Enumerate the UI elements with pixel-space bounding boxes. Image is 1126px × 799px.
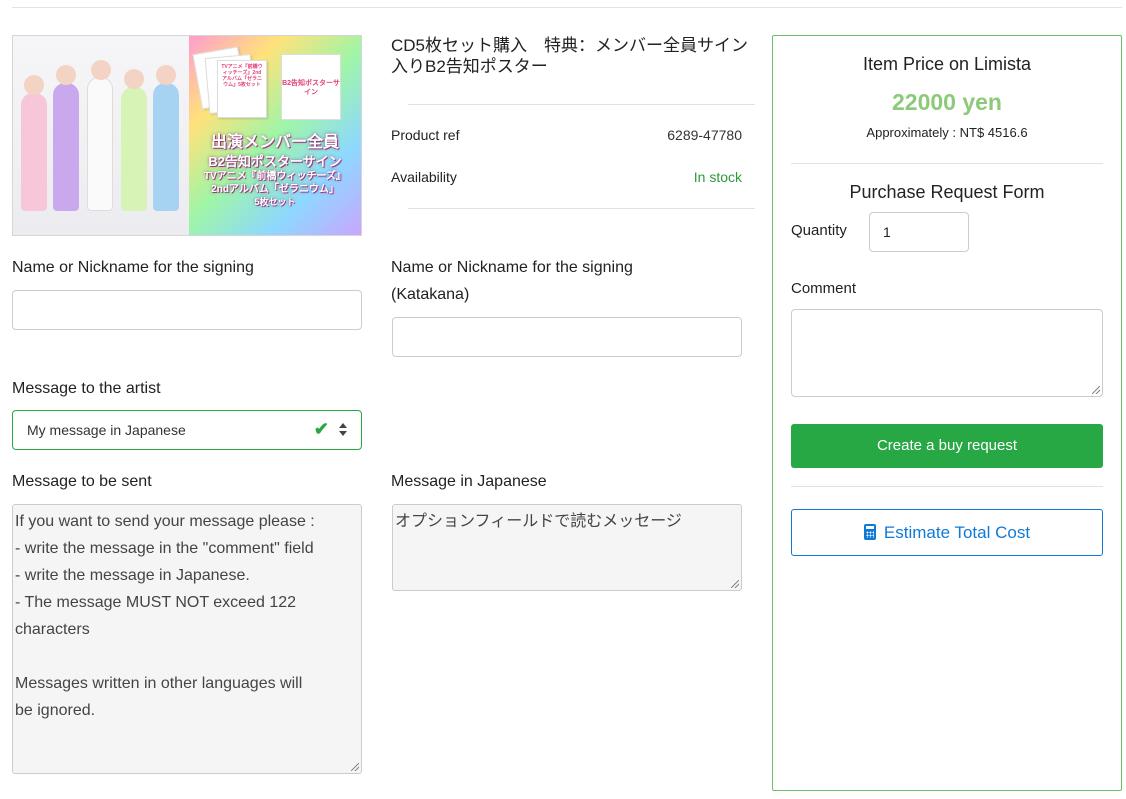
group-photo bbox=[13, 36, 189, 235]
comment-textarea[interactable] bbox=[791, 309, 1103, 397]
quantity-label: Quantity bbox=[791, 222, 847, 239]
select-arrows-icon bbox=[339, 421, 347, 439]
member-figure bbox=[21, 75, 47, 211]
caption-line: 出演メンバー全員 bbox=[210, 134, 339, 151]
price-heading: Item Price on Limista bbox=[862, 54, 1032, 74]
availability-value: In stock bbox=[693, 169, 742, 185]
message-sent-textarea[interactable]: If you want to send your message please … bbox=[12, 504, 362, 774]
member-figure bbox=[87, 60, 113, 211]
caption-line: B2告知ポスターサイン bbox=[208, 154, 342, 169]
divider bbox=[408, 104, 755, 105]
name-label: Name or Nickname for the signing bbox=[12, 259, 254, 276]
member-figure bbox=[53, 65, 79, 211]
promo-caption: 出演メンバー全員 B2告知ポスターサイン TVアニメ『前橋ウィッチーズ』 2nd… bbox=[191, 133, 359, 208]
member-figure bbox=[121, 69, 147, 211]
message-line: If you want to send your message please … bbox=[15, 513, 315, 530]
katakana-label: Name or Nickname for the signing (Kataka… bbox=[391, 254, 633, 308]
katakana-label-line1: Name or Nickname for the signing bbox=[391, 259, 633, 276]
caption-line: TVアニメ『前橋ウィッチーズ』 bbox=[203, 171, 347, 182]
product-title: CD5枚セット購入 特典：メンバー全員サイン入りB2告知ポスター bbox=[391, 36, 749, 76]
product-ref-value: 6289-47780 bbox=[667, 127, 742, 143]
product-ref-label: Product ref bbox=[391, 127, 460, 143]
name-input[interactable] bbox=[12, 290, 362, 330]
price-approx: Approximately : NT$ 4516.6 bbox=[866, 125, 1028, 140]
divider bbox=[791, 486, 1103, 487]
checkmark-icon: ✔ bbox=[313, 419, 329, 439]
message-artist-label: Message to the artist bbox=[12, 380, 161, 397]
message-sent-label: Message to be sent bbox=[12, 473, 152, 490]
form-heading: Purchase Request Form bbox=[849, 182, 1045, 202]
top-divider bbox=[12, 7, 1122, 8]
price-value: 22000 yen bbox=[892, 89, 1002, 115]
poster-card: B2告知ポスターサイン bbox=[281, 54, 341, 120]
estimate-button-label: Estimate Total Cost bbox=[883, 523, 1031, 542]
quantity-input[interactable]: 1 bbox=[869, 212, 969, 252]
caption-line: 5枚セット bbox=[254, 197, 296, 207]
product-image[interactable]: TVアニメ『前橋ウィッチーズ』2ndアルバム『ゼラニウム』5枚セット B2告知ポ… bbox=[12, 35, 362, 236]
message-japanese-label: Message in Japanese bbox=[391, 473, 547, 490]
message-artist-select[interactable]: My message in Japanese ✔ bbox=[12, 410, 362, 450]
estimate-total-cost-button[interactable]: Estimate Total Cost bbox=[791, 509, 1103, 556]
create-buy-request-button[interactable]: Create a buy request bbox=[791, 424, 1103, 468]
message-line: - write the message in Japanese. bbox=[15, 567, 250, 584]
calculator-icon bbox=[863, 524, 876, 540]
message-line: - write the message in the "comment" fie… bbox=[15, 540, 314, 557]
message-line: Messages written in other languages will bbox=[15, 675, 303, 692]
message-line bbox=[15, 643, 359, 670]
message-japanese-text: オプションフィールドで読むメッセージ bbox=[395, 513, 682, 530]
message-artist-selected: My message in Japanese bbox=[27, 422, 186, 438]
message-line: be ignored. bbox=[15, 702, 96, 719]
message-line: - The message MUST NOT exceed 122 bbox=[15, 594, 297, 611]
caption-line: 2ndアルバム「ゼラニウム」 bbox=[211, 184, 339, 195]
promo-panel: TVアニメ『前橋ウィッチーズ』2ndアルバム『ゼラニウム』5枚セット B2告知ポ… bbox=[189, 36, 361, 235]
availability-label: Availability bbox=[391, 169, 457, 185]
divider bbox=[408, 208, 755, 209]
message-japanese-textarea[interactable]: オプションフィールドで読むメッセージ bbox=[392, 504, 742, 591]
katakana-label-line2: (Katakana) bbox=[391, 286, 470, 303]
member-figure bbox=[153, 65, 179, 211]
album-card-front: TVアニメ『前橋ウィッチーズ』2ndアルバム『ゼラニウム』5枚セット bbox=[217, 60, 267, 118]
resize-handle[interactable] bbox=[731, 580, 739, 588]
katakana-input[interactable] bbox=[392, 317, 742, 357]
purchase-panel: Item Price on Limista 22000 yen Approxim… bbox=[772, 35, 1122, 791]
message-line: characters bbox=[15, 621, 90, 638]
divider bbox=[791, 163, 1103, 164]
resize-handle[interactable] bbox=[351, 763, 359, 771]
resize-handle[interactable] bbox=[1092, 386, 1100, 394]
comment-label: Comment bbox=[791, 280, 857, 297]
